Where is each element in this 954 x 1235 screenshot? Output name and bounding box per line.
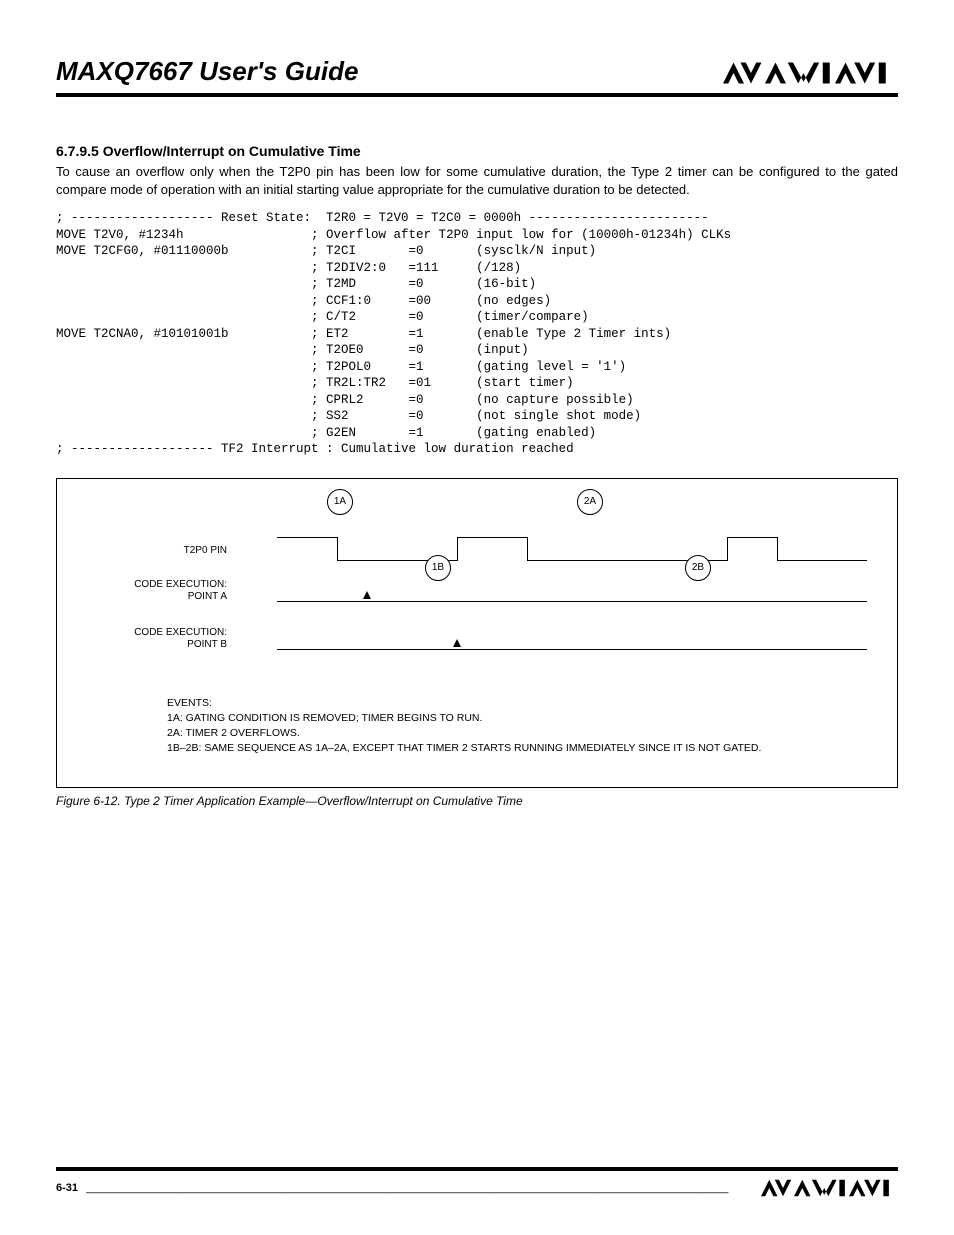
marker-2a: 2A xyxy=(577,489,603,515)
event-1b2b: 1B–2B: SAME SEQUENCE AS 1A–2A, EXCEPT TH… xyxy=(167,741,761,756)
exec-b-arrow xyxy=(453,639,461,647)
footer-fill: ________________________________________… xyxy=(86,1182,752,1194)
exec-a-arrow xyxy=(363,591,371,599)
page-footer: 6-31 ___________________________________… xyxy=(56,1167,898,1199)
event-1a: 1A: GATING CONDITION IS REMOVED; TIMER B… xyxy=(167,711,761,726)
t2p0-pin-label: T2P0 PIN xyxy=(107,545,227,556)
figure-caption: Figure 6-12. Type 2 Timer Application Ex… xyxy=(56,794,898,808)
marker-1a: 1A xyxy=(327,489,353,515)
events-title: EVENTS: xyxy=(167,696,761,711)
page-header: MAXQ7667 User's Guide xyxy=(56,56,898,97)
maxim-logo-footer xyxy=(761,1177,899,1199)
doc-title: MAXQ7667 User's Guide xyxy=(56,56,358,87)
exec-b-line xyxy=(277,649,867,650)
maxim-logo xyxy=(723,59,898,87)
t2p0-waveform xyxy=(277,537,867,561)
page-number: 6-31 xyxy=(56,1182,78,1194)
marker-2b: 2B xyxy=(685,555,711,581)
section-description: To cause an overflow only when the T2P0 … xyxy=(56,163,898,198)
marker-1b: 1B xyxy=(425,555,451,581)
code-exec-a-label: CODE EXECUTION: POINT A xyxy=(107,579,227,603)
code-exec-b-label: CODE EXECUTION: POINT B xyxy=(107,627,227,651)
exec-a-line xyxy=(277,601,867,602)
code-listing: ; ------------------- Reset State: T2R0 … xyxy=(56,210,898,458)
section-heading: 6.7.9.5 Overflow/Interrupt on Cumulative… xyxy=(56,143,898,159)
timing-diagram: T2P0 PIN CODE EXECUTION: POINT A CODE EX… xyxy=(56,478,898,788)
event-2a: 2A: TIMER 2 OVERFLOWS. xyxy=(167,726,761,741)
events-block: EVENTS: 1A: GATING CONDITION IS REMOVED;… xyxy=(167,696,761,757)
